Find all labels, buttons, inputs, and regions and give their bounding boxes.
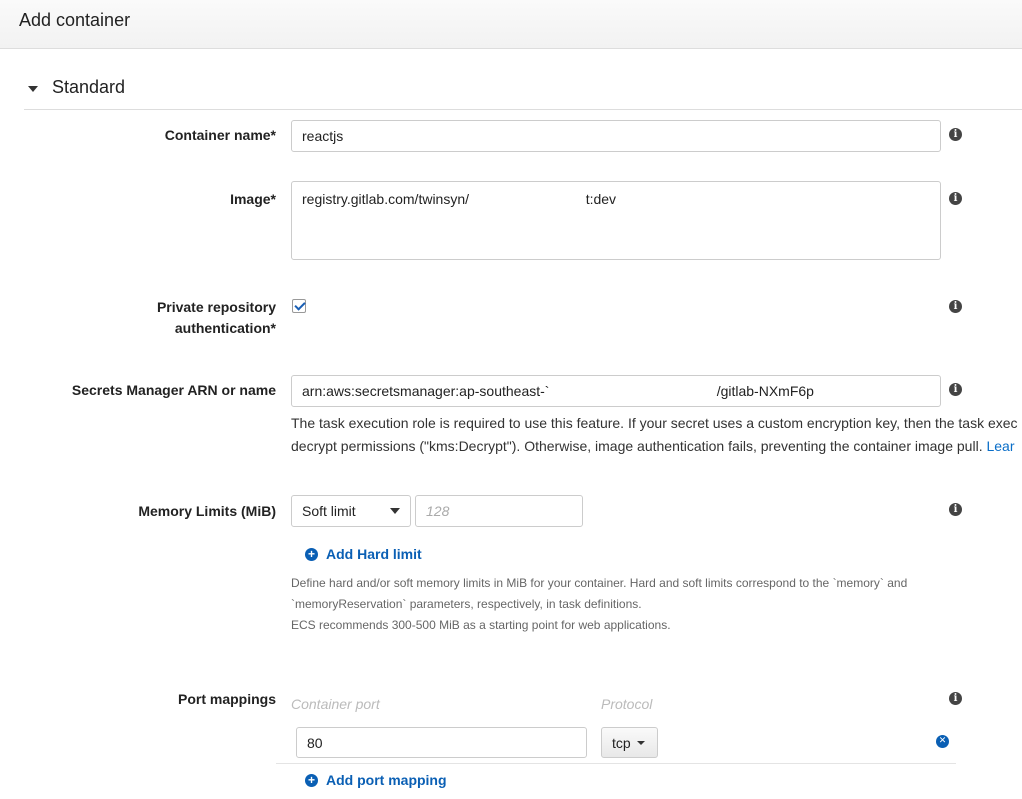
info-icon[interactable]: i (949, 383, 962, 396)
plus-circle-icon: + (305, 547, 318, 561)
container-port-header: Container port (291, 696, 380, 712)
protocol-value: tcp (612, 734, 631, 751)
modal-header: Add container (0, 0, 1022, 49)
remove-circle-icon[interactable]: ✕ (936, 735, 949, 748)
image-value: registry.gitlab.com/twinsyn/ t:dev (302, 191, 617, 207)
plus-circle-icon: + (305, 773, 318, 787)
caret-down-icon (636, 740, 645, 745)
help-line: Define hard and/or soft memory limits in… (291, 576, 908, 590)
protocol-header: Protocol (601, 696, 653, 712)
protocol-select[interactable]: tcp (601, 727, 658, 758)
add-port-mapping-label: Add port mapping (326, 772, 447, 788)
section-standard-toggle[interactable]: Standard (24, 72, 1022, 110)
memory-help: Define hard and/or soft memory limits in… (291, 573, 907, 636)
port-value: 80 (307, 734, 323, 751)
memory-value-input[interactable]: 128 (415, 495, 583, 527)
caret-down-icon (28, 86, 38, 92)
container-name-input[interactable]: reactjs (291, 120, 941, 152)
memory-limit-select[interactable]: Soft limit (291, 495, 411, 527)
image-label: Image* (230, 191, 276, 207)
add-port-mapping-button[interactable]: + Add port mapping (305, 772, 447, 788)
image-textarea[interactable]: registry.gitlab.com/twinsyn/ t:dev (291, 181, 941, 260)
container-port-input[interactable]: 80 (296, 727, 587, 758)
label-line: authentication* (174, 320, 276, 336)
help-line: The task execution role is required to u… (291, 415, 1018, 431)
container-name-value: reactjs (302, 128, 344, 144)
container-name-label: Container name* (164, 127, 276, 143)
help-line: `memoryReservation` parameters, respecti… (291, 597, 642, 611)
port-mappings-label: Port mappings (177, 691, 276, 707)
secrets-label: Secrets Manager ARN or name (71, 382, 276, 398)
learn-more-link[interactable]: Lear (986, 438, 1014, 454)
info-icon[interactable]: i (949, 503, 962, 516)
info-icon[interactable]: i (949, 128, 962, 141)
section-title: Standard (52, 77, 126, 97)
divider (276, 763, 956, 764)
secrets-help: The task execution role is required to u… (291, 412, 1018, 458)
caret-down-icon (390, 508, 400, 514)
select-value: Soft limit (302, 503, 356, 519)
memory-label: Memory Limits (MiB) (138, 503, 276, 519)
private-repo-checkbox[interactable] (292, 299, 306, 313)
modal-title: Add container (19, 10, 131, 30)
label-line: Private repository (156, 299, 276, 315)
info-icon[interactable]: i (949, 692, 962, 705)
help-line: ECS recommends 300-500 MiB as a starting… (291, 618, 671, 632)
secrets-value: arn:aws:secretsmanager:ap-southeast-` /g… (302, 383, 814, 399)
info-icon[interactable]: i (949, 192, 962, 205)
secrets-input[interactable]: arn:aws:secretsmanager:ap-southeast-` /g… (291, 375, 941, 407)
add-hard-limit-label: Add Hard limit (326, 546, 422, 562)
info-icon[interactable]: i (949, 300, 962, 313)
help-line: decrypt permissions ("kms:Decrypt"). Oth… (291, 438, 987, 454)
add-hard-limit-button[interactable]: + Add Hard limit (305, 546, 422, 562)
placeholder: 128 (426, 503, 450, 519)
private-repo-label: Private repository authentication* (157, 297, 276, 339)
